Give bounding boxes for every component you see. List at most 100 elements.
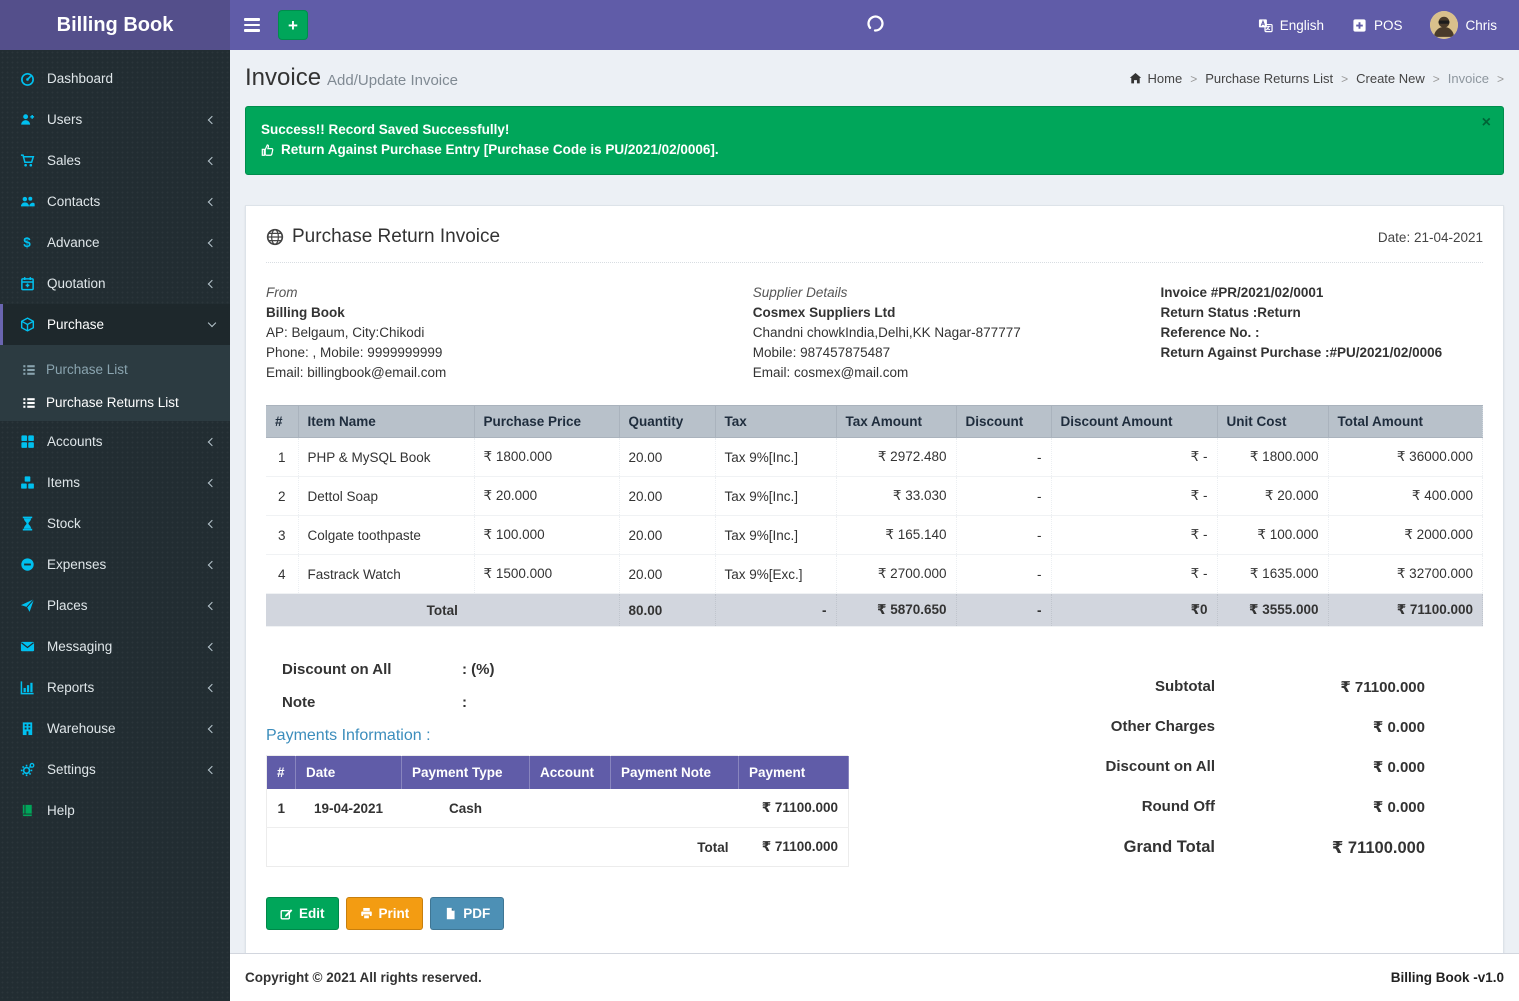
item-cell: ₹ - bbox=[1051, 555, 1217, 594]
column-header: Tax Amount bbox=[836, 406, 956, 438]
topbar-right: English POS Chris bbox=[1258, 11, 1519, 39]
brand-logo[interactable]: Billing Book bbox=[0, 0, 230, 50]
sidebar-item-users[interactable]: Users bbox=[0, 99, 230, 140]
chevron-left-icon bbox=[208, 519, 216, 527]
item-cell: ₹ 2000.000 bbox=[1328, 516, 1483, 555]
user-plus-icon bbox=[18, 112, 36, 127]
item-cell: 2 bbox=[266, 477, 298, 516]
plane-icon bbox=[18, 598, 36, 613]
pos-label: POS bbox=[1374, 18, 1403, 33]
item-cell: 1 bbox=[266, 438, 298, 477]
sidebar-item-items[interactable]: Items bbox=[0, 462, 230, 503]
sidebar: Dashboard Users Sales Contacts $AdvanceQuota… bbox=[0, 50, 230, 1001]
sidebar-item-label: Contacts bbox=[47, 194, 100, 209]
pencil-square-icon bbox=[280, 907, 293, 920]
chevron-left-icon bbox=[208, 279, 216, 287]
sidebar-subitem-label: Purchase List bbox=[46, 362, 128, 377]
cart-icon bbox=[18, 153, 36, 168]
language-icon bbox=[1258, 18, 1273, 33]
column-header: Payment Type bbox=[402, 756, 530, 790]
item-cell: ₹ - bbox=[1051, 516, 1217, 555]
item-cell: Fastrack Watch bbox=[298, 555, 474, 594]
close-icon[interactable]: × bbox=[1482, 115, 1491, 131]
sidebar-item-advance[interactable]: $Advance bbox=[0, 222, 230, 263]
payments-table: #DatePayment TypeAccountPayment NotePaym… bbox=[266, 755, 849, 867]
chevron-left-icon bbox=[208, 197, 216, 205]
sidebar-item-label: Accounts bbox=[47, 434, 103, 449]
sidebar-item-label: Help bbox=[47, 803, 75, 818]
language-menu[interactable]: English bbox=[1258, 18, 1324, 33]
alert-title: Success!! Record Saved Successfully! bbox=[261, 120, 1473, 140]
chevron-left-icon bbox=[208, 115, 216, 123]
item-cell: ₹ 36000.000 bbox=[1328, 438, 1483, 477]
items-total-row: Total 80.00 - ₹ 5870.650 - ₹0 ₹ 3555.000… bbox=[266, 594, 1483, 627]
sidebar-item-messaging[interactable]: Messaging bbox=[0, 626, 230, 667]
column-header: Quantity bbox=[619, 406, 715, 438]
cubes-icon bbox=[18, 475, 36, 490]
sidebar-subitem-purchase-returns-list[interactable]: Purchase Returns List bbox=[0, 386, 230, 419]
sidebar-item-reports[interactable]: Reports bbox=[0, 667, 230, 708]
sidebar-item-sales[interactable]: Sales bbox=[0, 140, 230, 181]
menu-toggle-icon[interactable] bbox=[230, 0, 274, 50]
sidebar-item-accounts[interactable]: Accounts bbox=[0, 421, 230, 462]
column-header: Unit Cost bbox=[1217, 406, 1328, 438]
chevron-left-icon bbox=[208, 238, 216, 246]
sidebar-item-contacts[interactable]: Contacts bbox=[0, 181, 230, 222]
sidebar-subitem-purchase-list[interactable]: Purchase List bbox=[0, 353, 230, 386]
print-button[interactable]: Print bbox=[346, 897, 424, 930]
sidebar-item-purchase[interactable]: Purchase bbox=[0, 304, 230, 345]
item-cell: 20.00 bbox=[619, 477, 715, 516]
quick-add-button[interactable]: + bbox=[278, 10, 308, 40]
main-content: InvoiceAdd/Update Invoice HomePurchase R… bbox=[230, 0, 1519, 961]
sidebar-item-places[interactable]: Places bbox=[0, 585, 230, 626]
copyright: Copyright © 2021 All rights reserved. bbox=[245, 970, 482, 985]
globe-icon bbox=[266, 228, 284, 246]
chevron-left-icon bbox=[208, 560, 216, 568]
payment-cell bbox=[530, 789, 611, 828]
pdf-button[interactable]: PDF bbox=[430, 897, 504, 930]
breadcrumb-item: Invoice bbox=[1448, 71, 1504, 86]
item-cell: Tax 9%[Inc.] bbox=[715, 477, 836, 516]
list-icon bbox=[22, 396, 36, 410]
chevron-left-icon bbox=[208, 156, 216, 164]
sidebar-item-dashboard[interactable]: Dashboard bbox=[0, 58, 230, 99]
item-cell: ₹ 100.000 bbox=[474, 516, 619, 555]
sidebar-item-quotation[interactable]: Quotation bbox=[0, 263, 230, 304]
from-details: From Billing Book AP: Belgaum, City:Chik… bbox=[266, 283, 753, 383]
sidebar-item-help[interactable]: Help bbox=[0, 790, 230, 831]
hourglass-icon bbox=[18, 516, 36, 531]
divider bbox=[266, 262, 1483, 263]
breadcrumb-item[interactable]: Create New bbox=[1356, 71, 1440, 86]
item-cell: ₹ - bbox=[1051, 438, 1217, 477]
sidebar-item-warehouse[interactable]: Warehouse bbox=[0, 708, 230, 749]
item-cell: PHP & MySQL Book bbox=[298, 438, 474, 477]
item-cell: Dettol Soap bbox=[298, 477, 474, 516]
breadcrumb-item[interactable]: Purchase Returns List bbox=[1205, 71, 1348, 86]
pos-button[interactable]: POS bbox=[1352, 18, 1403, 33]
user-menu[interactable]: Chris bbox=[1430, 11, 1497, 39]
edit-button[interactable]: Edit bbox=[266, 897, 339, 930]
sidebar-item-stock[interactable]: Stock bbox=[0, 503, 230, 544]
sidebar-item-label: Dashboard bbox=[47, 71, 113, 86]
file-pdf-icon bbox=[444, 907, 457, 920]
column-header: Discount Amount bbox=[1051, 406, 1217, 438]
breadcrumb-item[interactable]: Home bbox=[1148, 71, 1198, 86]
sidebar-item-expenses[interactable]: Expenses bbox=[0, 544, 230, 585]
column-header: Date bbox=[296, 756, 402, 790]
sidebar-item-label: Users bbox=[47, 112, 82, 127]
sidebar-item-label: Warehouse bbox=[47, 721, 116, 736]
item-cell: 4 bbox=[266, 555, 298, 594]
note-row: Note : bbox=[282, 694, 866, 711]
thumbs-up-icon bbox=[261, 143, 275, 157]
sidebar-item-settings[interactable]: Settings bbox=[0, 749, 230, 790]
invoice-meta-line: Return Status :Return bbox=[1160, 303, 1483, 323]
grid-icon bbox=[18, 434, 36, 449]
summary-row: Grand Total ₹ 71100.000 bbox=[1001, 827, 1425, 869]
item-cell: ₹ 1500.000 bbox=[474, 555, 619, 594]
column-header: Payment Note bbox=[611, 756, 739, 790]
item-cell: ₹ 400.000 bbox=[1328, 477, 1483, 516]
minus-circle-icon bbox=[18, 557, 36, 572]
item-row: 2Dettol Soap₹ 20.00020.00Tax 9%[Inc.]₹ 3… bbox=[266, 477, 1483, 516]
item-cell: ₹ 32700.000 bbox=[1328, 555, 1483, 594]
payment-cell bbox=[611, 789, 739, 828]
